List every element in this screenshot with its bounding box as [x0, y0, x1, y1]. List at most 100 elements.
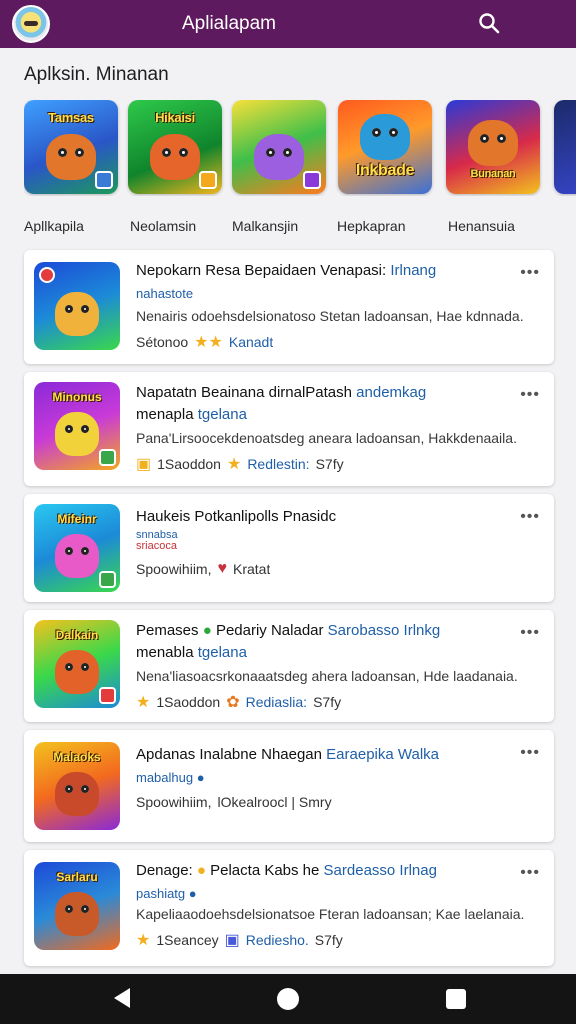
app-list-item[interactable]: Minonus Napatatn Beainana dirnalPatash a…: [24, 372, 554, 486]
download-icon: ♥: [217, 560, 227, 577]
more-options-icon[interactable]: •••: [520, 864, 540, 882]
category-label[interactable]: Malkansjin: [232, 218, 298, 234]
category-label[interactable]: Henansuia: [448, 218, 515, 234]
app-icon: Mifeinr: [34, 504, 120, 592]
app-title: Napatatn Beainana dirnalPatash: [136, 384, 352, 401]
featured-title: Tamsas: [48, 110, 94, 125]
app-tag[interactable]: Earaepika Walka: [326, 746, 439, 763]
app-meta-link[interactable]: Redlestin:: [247, 456, 309, 472]
featured-app-tile[interactable]: [232, 100, 326, 194]
calendar-icon: ▣: [224, 932, 240, 949]
cat-mascot-icon: [55, 412, 99, 456]
star-icon: ★: [136, 694, 151, 711]
fox-mascot-icon: [55, 292, 99, 336]
app-icon-title: Sarlaru: [56, 870, 98, 884]
app-list-item[interactable]: Mifeinr Haukeis Potkanlipolls Pnasidc sn…: [24, 494, 554, 602]
app-meta-extra: S7fy: [314, 932, 343, 948]
app-bar: Aplialapam: [0, 0, 576, 48]
app-tag[interactable]: Irlnang: [390, 262, 436, 279]
app-title: Pemases: [136, 622, 199, 639]
cat-mascot-icon: [254, 134, 304, 180]
search-icon: [479, 13, 500, 34]
featured-carousel[interactable]: Tamsas Hikaisi Inkbade Bunanan: [24, 100, 576, 196]
app-description: Kapeliaaodoehsdelsionatsoe Fteran ladoan…: [136, 906, 525, 922]
star-icon: ★★: [194, 334, 223, 351]
featured-app-tile[interactable]: Hikaisi: [128, 100, 222, 194]
cat-avatar-icon[interactable]: [12, 5, 50, 43]
app-subtitle-tag: tgelana: [197, 644, 247, 661]
app-list-item[interactable]: Sarlaru Denage: ● Pelacta Kabs he Sardea…: [24, 850, 554, 966]
verified-badge-icon: [199, 171, 217, 189]
app-meta: Spoowihiim,: [136, 794, 212, 810]
location-icon: ●: [196, 770, 205, 785]
app-meta-extra: S7fy: [313, 694, 342, 710]
app-tag[interactable]: Sardeasso Irlnag: [324, 862, 437, 879]
category-label[interactable]: Hepkapran: [337, 218, 406, 234]
search-button[interactable]: [474, 8, 504, 38]
fox-mascot-icon: [55, 892, 99, 936]
calendar-icon: ▣: [136, 456, 152, 473]
more-options-icon[interactable]: •••: [520, 624, 540, 642]
badge-icon: [39, 267, 55, 283]
bird-mascot-icon: [360, 114, 410, 160]
check-icon: ●: [202, 622, 212, 639]
verified-badge-icon: [303, 171, 321, 189]
cat-mascot-icon: [55, 534, 99, 578]
app-icon-title: Mifeinr: [57, 512, 97, 526]
more-options-icon[interactable]: •••: [520, 508, 540, 526]
app-icon: Sarlaru: [34, 862, 120, 950]
app-meta: 1Seancey: [156, 932, 219, 948]
app-meta-link[interactable]: Kanadt: [229, 334, 273, 350]
more-options-icon[interactable]: •••: [520, 744, 540, 762]
category-label[interactable]: Apllkapila: [24, 218, 84, 234]
app-description: Nenairis odoehsdelsionatoso Stetan ladoa…: [136, 308, 524, 324]
recent-apps-icon[interactable]: [446, 989, 466, 1009]
app-description: Pana'Lirsoocekdenoatsdeg aneara ladoansa…: [136, 430, 517, 446]
fox-mascot-icon: [55, 650, 99, 694]
system-nav-bar: [0, 974, 576, 1024]
category-label[interactable]: Neolamsin: [130, 218, 196, 234]
app-tag[interactable]: andemkag: [356, 384, 426, 401]
app-list-item[interactable]: Malaoks Apdanas Inalabne Nhaegan Earaepi…: [24, 730, 554, 842]
featured-title: Hikaisi: [155, 110, 195, 125]
app-tag[interactable]: Sarobasso Irlnkg: [328, 622, 441, 639]
featured-app-tile[interactable]: [554, 100, 576, 194]
featured-title: Inkbade: [355, 162, 415, 179]
fox-mascot-icon: [55, 772, 99, 816]
app-meta-extra: S7fy: [315, 456, 344, 472]
home-icon[interactable]: [277, 988, 299, 1010]
app-meta: 1Saoddon: [156, 694, 221, 710]
smiley-icon: ●: [196, 862, 206, 879]
fox-mascot-icon: [468, 120, 518, 166]
featured-app-tile[interactable]: Bunanan: [446, 100, 540, 194]
star-icon: ★: [226, 456, 242, 473]
verified-badge-icon: [99, 571, 116, 588]
app-title: Haukeis Potkanlipolls Pnasidc: [136, 508, 337, 525]
featured-app-tile[interactable]: Inkbade: [338, 100, 432, 194]
app-meta: Spoowihiim,: [136, 561, 212, 577]
app-list-item[interactable]: Nepokarn Resa Bepaidaen Venapasi: Irlnan…: [24, 250, 554, 364]
app-list-item[interactable]: Dalkain Pemases ● Pedariy Naladar Saroba…: [24, 610, 554, 722]
app-icon: [34, 262, 120, 350]
app-meta-link[interactable]: Rediesho.: [246, 932, 309, 948]
app-meta-link[interactable]: Rediaslia:: [246, 694, 307, 710]
app-title-mid: Pedariy Naladar: [215, 622, 324, 639]
app-meta: Sétonoo: [136, 334, 189, 350]
fox-mascot-icon: [46, 134, 96, 180]
app-meta: 1Saoddon: [157, 456, 221, 472]
app-subtitle-tag: sriacoca: [136, 540, 177, 552]
app-subtitle: menabla: [136, 644, 194, 661]
more-options-icon[interactable]: •••: [520, 264, 540, 282]
app-icon-title: Dalkain: [55, 628, 99, 642]
back-icon[interactable]: [114, 988, 130, 1008]
fox-icon: ✿: [226, 694, 240, 711]
app-meta-extra: Kratat: [232, 561, 271, 577]
section-title: Aplksin. Minanan: [24, 64, 169, 85]
more-options-icon[interactable]: •••: [520, 386, 540, 404]
app-meta-extra: lOkealroocl | Smry: [217, 794, 332, 810]
category-row: Apllkapila Neolamsin Malkansjin Hepkapra…: [24, 218, 576, 238]
featured-app-tile[interactable]: Tamsas: [24, 100, 118, 194]
verified-badge-icon: [99, 687, 116, 704]
app-icon: Malaoks: [34, 742, 120, 830]
app-title: Aplialapam: [182, 13, 276, 34]
